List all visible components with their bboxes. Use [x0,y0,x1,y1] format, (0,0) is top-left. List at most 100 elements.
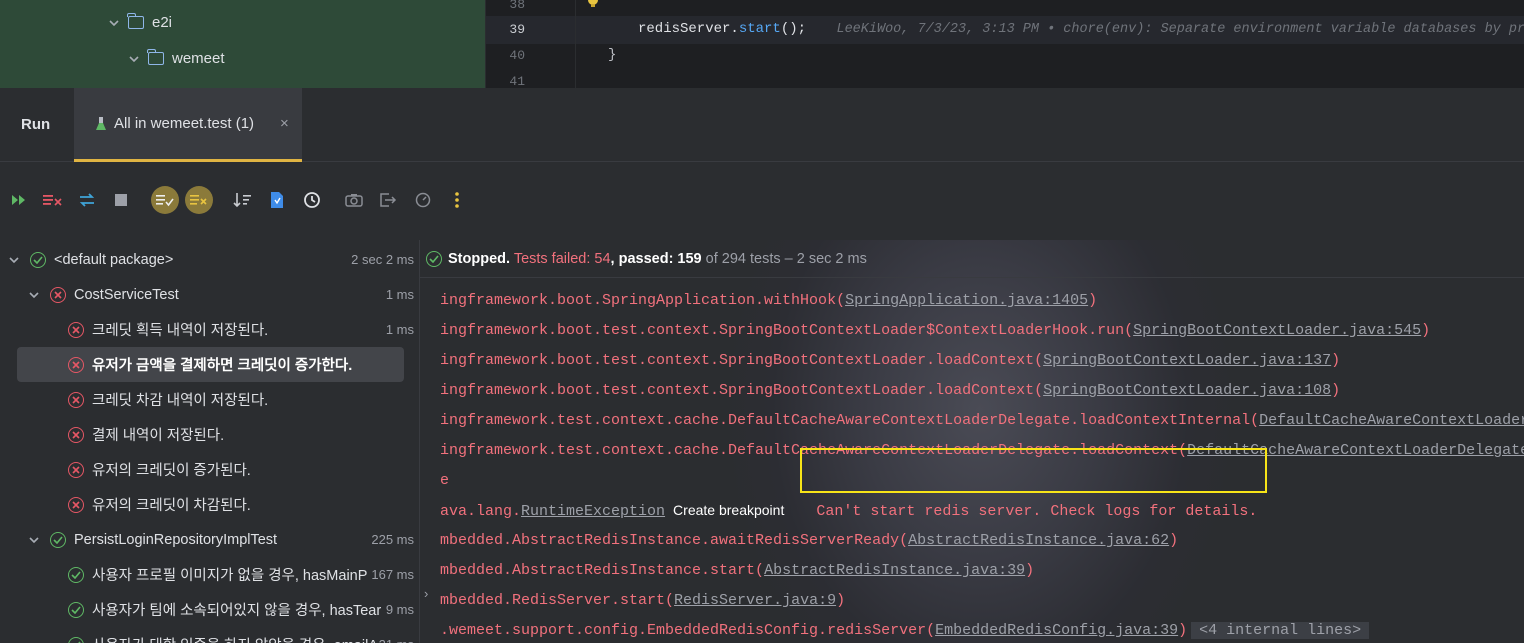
test-row[interactable]: CostServiceTest 1 ms [0,277,419,312]
run-tool-window: Run All in wemeet.test (1) × <default pa… [0,88,1524,643]
stack-trace-line: ingframework.boot.test.context.SpringBoo… [440,382,1340,399]
chevron-down-icon[interactable] [108,17,120,29]
trace-end: ) [1331,382,1341,399]
error-message-highlight-box [800,448,1267,493]
test-name: CostServiceTest [74,286,179,303]
trace-end: ) [1169,532,1179,549]
trace-text: ingframework.boot.test.context.SpringBoo… [440,352,1044,369]
rerun-icon[interactable] [10,184,30,216]
test-row[interactable]: 결제 내역이 저장된다. [0,417,419,452]
exception-message: Can't start redis server. Check logs for… [816,503,1258,520]
stack-trace-line: mbedded.AbstractRedisInstance.start(Abst… [440,562,1034,579]
test-row[interactable]: 유저가 금액을 결제하면 크레딧이 증가한다. [17,347,404,382]
tree-item-wemeet[interactable]: wemeet [128,49,225,67]
stack-trace-line: ingframework.boot.SpringApplication.with… [440,292,1097,309]
source-link[interactable]: AbstractRedisInstance.java:62 [908,532,1169,549]
test-duration: 21 ms [379,637,414,643]
rerun-failed-icon[interactable] [42,184,64,216]
toggle-auto-test-icon[interactable] [76,184,98,216]
chevron-down-icon[interactable] [128,53,140,65]
trace-text: ingframework.boot.SpringApplication.with… [440,292,846,309]
lightbulb-icon[interactable] [586,0,600,8]
source-link[interactable]: SpringBootContextLoader.java:108 [1043,382,1331,399]
chevron-down-icon[interactable] [8,254,20,266]
test-row[interactable]: 크레딧 차감 내역이 저장된다. [0,382,419,417]
more-icon[interactable] [450,184,464,216]
tree-item-e2i[interactable]: e2i [108,13,173,31]
trace-text: .wemeet.support.config.EmbeddedRedisConf… [440,622,936,639]
trace-text: ingframework.boot.test.context.SpringBoo… [440,322,1134,339]
trace-text: mbedded.AbstractRedisInstance.awaitRedis… [440,532,909,549]
chevron-down-icon[interactable] [28,534,40,546]
test-row[interactable]: PersistLoginRepositoryImplTest 225 ms [0,522,419,557]
test-row[interactable]: 사용자가 팀에 소속되어있지 않을 경우, hasTear 9 ms [0,592,419,627]
test-duration: 2 sec 2 ms [351,252,414,267]
source-link[interactable]: SpringBootContextLoader.java:545 [1133,322,1421,339]
create-breakpoint-link[interactable]: Create breakpoint [673,502,784,518]
top-area: e2i wemeet 38 39 40 41 redisServer.start… [0,0,1524,89]
test-row[interactable]: 사용자가 대학 인증을 하지 않았을 경우, emailA21 ms [0,627,419,643]
code-line-39: redisServer.start(); LeeKiWoo, 7/3/23, 3… [638,21,1524,37]
line-number: 38 [509,0,525,12]
chevron-down-icon[interactable] [28,289,40,301]
source-link[interactable]: SpringBootContextLoader.java:137 [1043,352,1331,369]
test-duration: 1 ms [385,322,414,337]
sort-icon[interactable] [232,184,254,216]
internal-lines-fold[interactable]: <4 internal lines> [1191,622,1370,639]
trace-text: ingframework.test.context.cache.DefaultC… [440,412,1260,429]
stack-trace-line: ingframework.test.context.cache.DefaultC… [440,412,1524,429]
test-duration: 167 ms [371,567,414,582]
code-method: start [738,21,781,37]
test-name: 유저가 금액을 결제하면 크레딧이 증가한다. [92,358,353,374]
trace-end: ) [1331,352,1341,369]
source-link[interactable]: SpringApplication.java:1405 [845,292,1088,309]
tab-label: All in wemeet.test (1) [114,115,255,132]
history-icon[interactable] [302,184,322,216]
check-circle-icon [30,251,46,268]
show-passed-icon[interactable] [150,184,180,216]
trace-text: ava.lang. [440,503,522,520]
import-tests-icon[interactable] [268,184,286,216]
test-row[interactable]: 크레딧 획득 내역이 저장된다. 1 ms [0,312,419,347]
status-stopped: Stopped. [448,250,511,267]
source-link[interactable]: DefaultCacheAwareContextLoader [1259,412,1524,429]
editor-gutter: 38 39 40 41 [486,0,598,89]
test-row[interactable]: 사용자 프로필 이미지가 없을 경우, hasMainP 167 ms [0,557,419,592]
error-circle-icon [68,391,84,408]
source-link[interactable]: AbstractRedisInstance.java:39 [764,562,1025,579]
exception-class-link[interactable]: RuntimeException [521,503,665,520]
test-row[interactable]: 유저의 크레딧이 증가된다. [0,452,419,487]
status-passed-count: , passed: 159 [610,250,702,267]
test-row[interactable]: 유저의 크레딧이 차감된다. [0,487,419,522]
test-name: 크레딧 획득 내역이 저장된다. [92,323,269,339]
coverage-icon[interactable] [413,184,433,216]
project-tree: e2i wemeet [0,0,485,88]
code-dot: . [730,21,739,37]
status-failed-count: Tests failed: 54 [513,250,611,267]
tab-all-in-wemeet-test[interactable]: All in wemeet.test (1) × [74,88,302,162]
stack-trace-line: ingframework.boot.test.context.SpringBoo… [440,322,1430,339]
line-number: 39 [509,22,525,37]
test-duration: 9 ms [385,602,414,617]
line-number: 40 [509,48,525,63]
stack-trace-line: e [440,472,449,489]
test-name: 사용자가 대학 인증을 하지 않았을 경우, emailA [92,634,378,643]
tree-item-label: e2i [152,14,173,31]
trace-end: ) [836,592,846,609]
close-icon[interactable]: × [280,115,289,132]
screenshot-icon[interactable] [344,184,364,216]
trace-text: e [440,472,450,489]
source-link[interactable]: RedisServer.java:9 [674,592,836,609]
chevron-right-icon[interactable]: › [424,586,428,601]
test-row[interactable]: <default package> 2 sec 2 ms [0,242,419,277]
trace-text: mbedded.RedisServer.start( [440,592,675,609]
test-results-tree[interactable]: <default package> 2 sec 2 ms CostServiceTe… [0,240,420,643]
code-editor[interactable]: 38 39 40 41 redisServer.start(); LeeKiWo… [485,0,1524,89]
console-output[interactable]: Stopped. Tests failed: 54, passed: 159 o… [420,240,1524,643]
source-link[interactable]: EmbeddedRedisConfig.java:39 [935,622,1178,639]
check-circle-icon [426,250,442,267]
check-circle-icon [68,636,84,643]
stop-icon[interactable] [112,184,130,216]
export-icon[interactable] [378,184,398,216]
show-ignored-icon[interactable] [184,184,214,216]
